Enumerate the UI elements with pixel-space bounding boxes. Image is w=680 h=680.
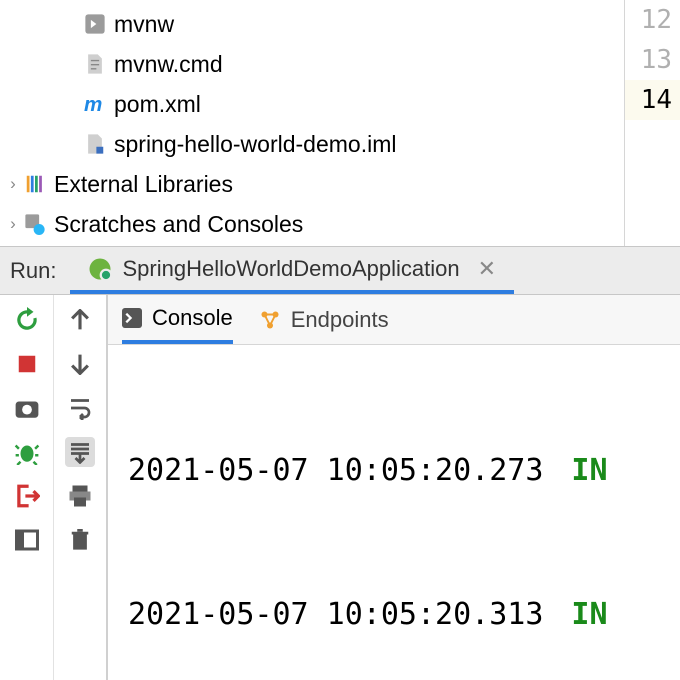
tree-item[interactable]: m pom.xml xyxy=(0,84,680,124)
bug-icon[interactable] xyxy=(12,437,42,467)
console-subtabs: Console Endpoints xyxy=(108,295,680,345)
tree-item-label: Scratches and Consoles xyxy=(54,211,303,238)
run-actions-column xyxy=(0,295,54,680)
tree-item-label: mvnw.cmd xyxy=(114,51,223,78)
tree-item[interactable]: mvnw xyxy=(0,4,680,44)
run-toolwindow-body: Console Endpoints 2021-05-07 10:05:20.27… xyxy=(0,294,680,680)
endpoints-icon xyxy=(259,309,281,331)
layout-icon[interactable] xyxy=(12,525,42,555)
up-arrow-icon[interactable] xyxy=(65,305,95,335)
run-config-name: SpringHelloWorldDemoApplication xyxy=(122,256,459,282)
tab-console-label: Console xyxy=(152,305,233,331)
tree-item-label: pom.xml xyxy=(114,91,201,118)
console-icon xyxy=(122,308,142,328)
chevron-right-icon[interactable]: › xyxy=(4,174,22,194)
camera-icon[interactable] xyxy=(12,393,42,423)
run-toolwindow-header: Run: SpringHelloWorldDemoApplication ✕ xyxy=(0,246,680,294)
tree-item-label: spring-hello-world-demo.iml xyxy=(114,131,396,158)
file-icon xyxy=(84,53,106,75)
log-level: IN xyxy=(571,591,607,639)
tab-console[interactable]: Console xyxy=(122,295,233,344)
down-arrow-icon[interactable] xyxy=(65,349,95,379)
log-timestamp: 2021-05-07 10:05:20.313 xyxy=(128,591,543,639)
run-label: Run: xyxy=(0,258,70,284)
rerun-icon[interactable] xyxy=(12,305,42,335)
tree-item[interactable]: spring-hello-world-demo.iml xyxy=(0,124,680,164)
scroll-to-end-icon[interactable] xyxy=(65,437,95,467)
log-timestamp: 2021-05-07 10:05:20.273 xyxy=(128,447,543,495)
tab-endpoints[interactable]: Endpoints xyxy=(259,295,389,344)
svg-text:m: m xyxy=(84,93,102,115)
trash-icon[interactable] xyxy=(65,525,95,555)
console-actions-column xyxy=(54,295,108,680)
stop-icon[interactable] xyxy=(12,349,42,379)
project-tree: mvnw mvnw.cmd m pom.xml spring-hello-wor… xyxy=(0,0,680,246)
tree-item[interactable]: › Scratches and Consoles xyxy=(0,204,680,244)
chevron-right-icon[interactable]: › xyxy=(4,214,22,234)
console-panel: Console Endpoints 2021-05-07 10:05:20.27… xyxy=(108,295,680,680)
tree-item[interactable]: › External Libraries xyxy=(0,164,680,204)
close-icon[interactable]: ✕ xyxy=(478,256,496,282)
spring-boot-icon xyxy=(88,257,112,281)
libraries-icon xyxy=(24,173,46,195)
scratches-icon xyxy=(24,213,46,235)
log-level: IN xyxy=(571,447,607,495)
maven-icon: m xyxy=(84,93,106,115)
exec-file-icon xyxy=(84,13,106,35)
exit-icon[interactable] xyxy=(12,481,42,511)
tab-endpoints-label: Endpoints xyxy=(291,307,389,333)
tree-item-label: mvnw xyxy=(114,11,174,38)
tree-item-label: External Libraries xyxy=(54,171,233,198)
iml-file-icon xyxy=(84,133,106,155)
run-config-tab[interactable]: SpringHelloWorldDemoApplication ✕ xyxy=(70,247,514,294)
soft-wrap-icon[interactable] xyxy=(65,393,95,423)
console-output[interactable]: 2021-05-07 10:05:20.273 IN 2021-05-07 10:… xyxy=(108,345,680,680)
print-icon[interactable] xyxy=(65,481,95,511)
tree-item[interactable]: mvnw.cmd xyxy=(0,44,680,84)
